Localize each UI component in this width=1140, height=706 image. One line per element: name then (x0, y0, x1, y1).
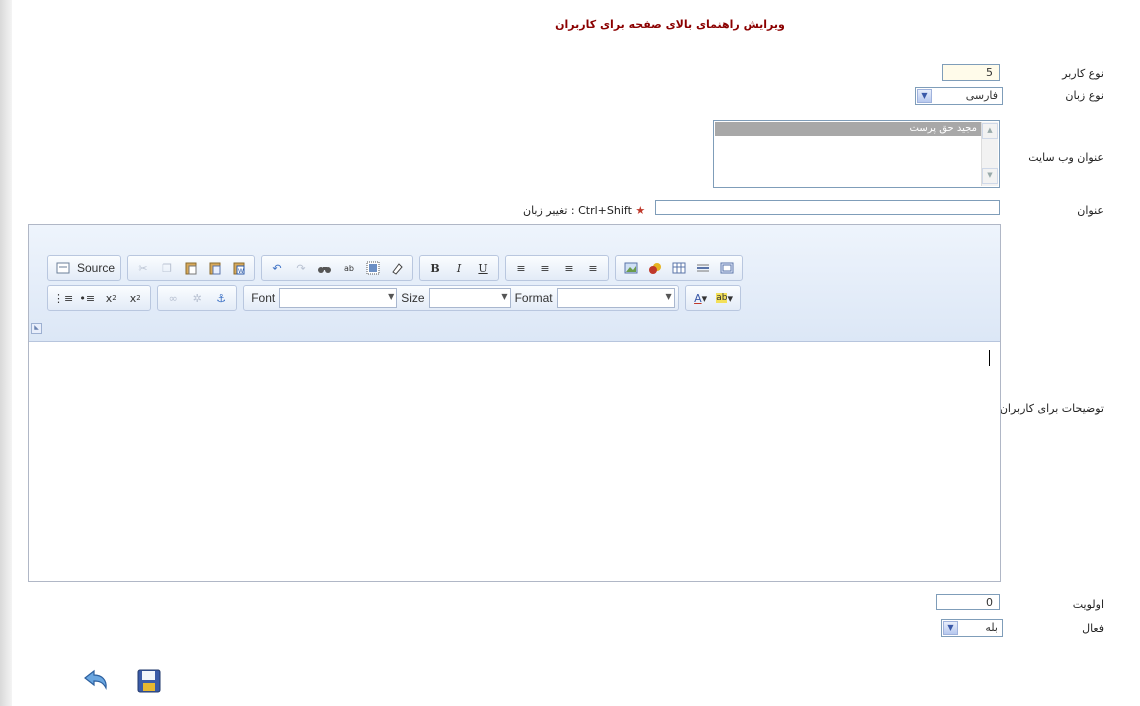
toolbar-group-edit: ↶ ↷ ab (261, 255, 414, 281)
editor-content-area[interactable] (29, 342, 1000, 581)
chevron-down-icon[interactable]: ▼ (943, 621, 958, 635)
back-arrow-icon[interactable] (82, 668, 107, 694)
italic-icon[interactable]: I (447, 258, 471, 278)
chevron-down-icon[interactable]: ▼ (501, 292, 507, 301)
rich-text-editor[interactable]: Source ✂ ❐ W ↶ ↷ ab B I U ≡ ≡ ≡ ≡ ⋮≡ •≡ … (28, 224, 1001, 582)
toolbar-row-2: ⋮≡ •≡ x2 x2 ∞ ✲ ⚓ Font ▼ Size ▼ Format ▼… (47, 285, 747, 311)
flash-icon[interactable] (643, 258, 667, 278)
save-floppy-icon[interactable] (136, 668, 161, 694)
table-icon[interactable] (667, 258, 691, 278)
chevron-down-icon[interactable]: ▼ (665, 292, 671, 301)
anchor-icon[interactable]: ⚓ (209, 288, 233, 308)
chevron-down-icon[interactable]: ▼ (917, 89, 932, 103)
page-title: ویرایش راهنمای بالای صفحه برای کاربران (555, 18, 785, 31)
format-label: Format (514, 291, 553, 305)
editor-toolbar: Source ✂ ❐ W ↶ ↷ ab B I U ≡ ≡ ≡ ≡ ⋮≡ •≡ … (29, 225, 1000, 342)
justify-icon[interactable]: ≡ (581, 258, 605, 278)
align-center-icon[interactable]: ≡ (533, 258, 557, 278)
toolbar-group-lists: ⋮≡ •≡ x2 x2 (47, 285, 152, 311)
font-combo[interactable]: ▼ (279, 288, 398, 308)
size-combo[interactable]: ▼ (428, 288, 511, 308)
redo-icon[interactable]: ↷ (289, 258, 313, 278)
active-select[interactable]: بله ▼ (941, 619, 1003, 637)
left-side-strip (0, 0, 12, 706)
active-selected-value: بله (985, 621, 998, 634)
language-select[interactable]: فارسی ▼ (915, 87, 1003, 105)
description-label: توضیحات برای کاربران (999, 402, 1104, 415)
toolbar-group-links: ∞ ✲ ⚓ (157, 285, 238, 311)
paste-text-icon[interactable] (203, 258, 227, 278)
user-type-input[interactable]: 5 (942, 64, 1000, 81)
undo-icon[interactable]: ↶ (265, 258, 289, 278)
text-cursor (989, 350, 990, 366)
priority-label: اولویت (1072, 598, 1104, 611)
replace-icon[interactable]: ab (337, 258, 361, 278)
priority-input[interactable]: 0 (936, 594, 1000, 610)
remove-format-icon[interactable] (385, 258, 409, 278)
title-input[interactable] (655, 200, 1000, 215)
toolbar-group-source: Source (47, 255, 122, 281)
bold-icon[interactable]: B (423, 258, 447, 278)
toolbar-group-basic-style: B I U (419, 255, 500, 281)
text-color-icon[interactable]: A ▾ (689, 288, 713, 308)
superscript-icon[interactable]: x2 (123, 288, 147, 308)
scroll-up-icon[interactable]: ▲ (982, 123, 998, 139)
toolbar-group-clipboard: ✂ ❐ W (127, 255, 256, 281)
select-all-icon[interactable] (361, 258, 385, 278)
website-title-listbox[interactable]: مجید حق پرست ▲ ▼ (713, 120, 1000, 188)
paste-icon[interactable] (179, 258, 203, 278)
required-star-icon: ★ (635, 204, 646, 217)
copy-icon[interactable]: ❐ (155, 258, 179, 278)
numbered-list-icon[interactable]: ⋮≡ (51, 288, 75, 308)
size-label: Size (401, 291, 425, 305)
toolbar-collapse-icon[interactable]: ◣ (31, 323, 42, 334)
toolbar-group-insert (615, 255, 744, 281)
unlink-icon[interactable]: ✲ (185, 288, 209, 308)
horizontal-rule-icon[interactable] (691, 258, 715, 278)
format-combo[interactable]: ▼ (556, 288, 675, 308)
chevron-down-icon[interactable]: ▼ (388, 292, 394, 301)
source-icon[interactable] (51, 258, 75, 278)
source-button[interactable]: Source (75, 258, 117, 278)
listbox-item[interactable]: مجید حق پرست (715, 122, 981, 136)
listbox-scrollbar[interactable]: ▲ ▼ (981, 122, 998, 186)
language-selected-value: فارسی (965, 89, 998, 102)
iframe-icon[interactable] (715, 258, 739, 278)
link-icon[interactable]: ∞ (161, 288, 185, 308)
title-label: عنوان (1077, 204, 1104, 217)
underline-icon[interactable]: U (471, 258, 495, 278)
bulleted-list-icon[interactable]: •≡ (75, 288, 99, 308)
website-title-label: عنوان وب سایت (1028, 151, 1104, 164)
paste-word-icon[interactable]: W (227, 258, 251, 278)
toolbar-group-align: ≡ ≡ ≡ ≡ (505, 255, 610, 281)
image-icon[interactable] (619, 258, 643, 278)
toolbar-group-colors: A ▾ ab ▾ (684, 285, 741, 311)
svg-text:W: W (238, 268, 244, 275)
align-left-icon[interactable]: ≡ (509, 258, 533, 278)
toolbar-group-styles: Font ▼ Size ▼ Format ▼ (243, 285, 679, 311)
background-color-icon[interactable]: ab ▾ (713, 288, 737, 308)
subscript-icon[interactable]: x2 (99, 288, 123, 308)
toolbar-row-1: Source ✂ ❐ W ↶ ↷ ab B I U ≡ ≡ ≡ ≡ (47, 255, 749, 281)
language-hint-text: تغییر زبان : Ctrl+Shift (523, 204, 632, 217)
find-icon[interactable] (313, 258, 337, 278)
cut-icon[interactable]: ✂ (131, 258, 155, 278)
language-hint: تغییر زبان : Ctrl+Shift ★ (523, 204, 645, 217)
font-label: Font (251, 291, 276, 305)
user-type-label: نوع کاربر (1062, 67, 1104, 80)
scroll-down-icon[interactable]: ▼ (982, 168, 998, 184)
align-right-icon[interactable]: ≡ (557, 258, 581, 278)
